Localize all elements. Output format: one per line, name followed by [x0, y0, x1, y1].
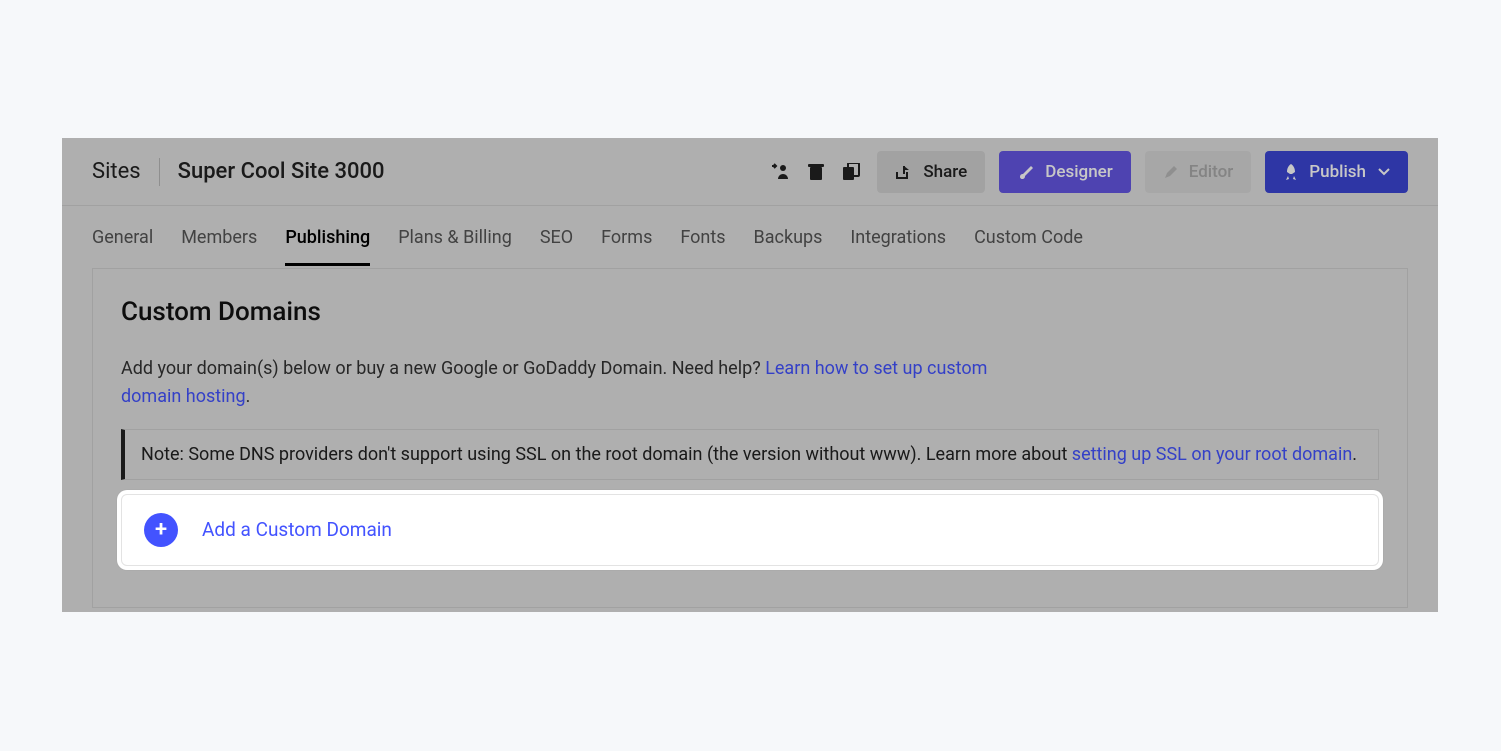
share-button[interactable]: Share	[877, 151, 985, 193]
desc-text: Add your domain(s) below or buy a new Go…	[121, 358, 765, 379]
desc-post: .	[246, 386, 251, 407]
panel-heading: Custom Domains	[121, 297, 1379, 327]
add-custom-domain-button[interactable]: + Add a Custom Domain	[121, 494, 1379, 566]
publish-button[interactable]: Publish	[1265, 151, 1408, 193]
site-name: Super Cool Site 3000	[178, 159, 385, 184]
breadcrumb: Sites Super Cool Site 3000	[92, 158, 385, 186]
chevron-down-icon	[1378, 168, 1390, 176]
editor-button[interactable]: Editor	[1145, 151, 1251, 193]
breadcrumb-root[interactable]: Sites	[92, 159, 141, 184]
custom-domains-panel: Custom Domains Add your domain(s) below …	[92, 268, 1408, 608]
designer-label: Designer	[1045, 162, 1113, 182]
top-actions: Share Designer Editor Publish	[769, 151, 1408, 193]
note-post: .	[1352, 444, 1357, 465]
add-domain-label: Add a Custom Domain	[202, 518, 392, 541]
publish-label: Publish	[1309, 162, 1366, 182]
panel-description: Add your domain(s) below or buy a new Go…	[121, 355, 1021, 411]
share-label: Share	[923, 162, 967, 182]
trash-icon[interactable]	[805, 161, 827, 183]
tab-publishing[interactable]: Publishing	[285, 209, 370, 266]
brush-icon	[1017, 164, 1035, 180]
plus-icon: +	[144, 513, 178, 547]
ssl-note: Note: Some DNS providers don't support u…	[121, 429, 1379, 480]
tab-custom-code[interactable]: Custom Code	[974, 209, 1083, 266]
tab-forms[interactable]: Forms	[601, 209, 652, 266]
editor-label: Editor	[1189, 162, 1233, 182]
tab-integrations[interactable]: Integrations	[850, 209, 946, 266]
copy-icon[interactable]	[841, 161, 863, 183]
breadcrumb-separator	[159, 158, 160, 186]
rocket-icon	[1283, 163, 1299, 181]
pen-icon	[1163, 164, 1179, 180]
tab-general[interactable]: General	[92, 209, 153, 266]
tab-backups[interactable]: Backups	[754, 209, 823, 266]
tab-seo[interactable]: SEO	[540, 209, 573, 266]
transfer-user-icon[interactable]	[769, 161, 791, 183]
share-icon	[895, 164, 913, 180]
tab-fonts[interactable]: Fonts	[680, 209, 725, 266]
top-bar: Sites Super Cool Site 3000 Share	[62, 138, 1438, 206]
app-viewport: Sites Super Cool Site 3000 Share	[62, 138, 1438, 612]
designer-button[interactable]: Designer	[999, 151, 1131, 193]
settings-tabs: General Members Publishing Plans & Billi…	[62, 206, 1438, 268]
note-text: Note: Some DNS providers don't support u…	[141, 444, 1072, 465]
tab-members[interactable]: Members	[181, 209, 257, 266]
tab-plans-billing[interactable]: Plans & Billing	[398, 209, 512, 266]
ssl-root-link[interactable]: setting up SSL on your root domain	[1072, 444, 1352, 465]
